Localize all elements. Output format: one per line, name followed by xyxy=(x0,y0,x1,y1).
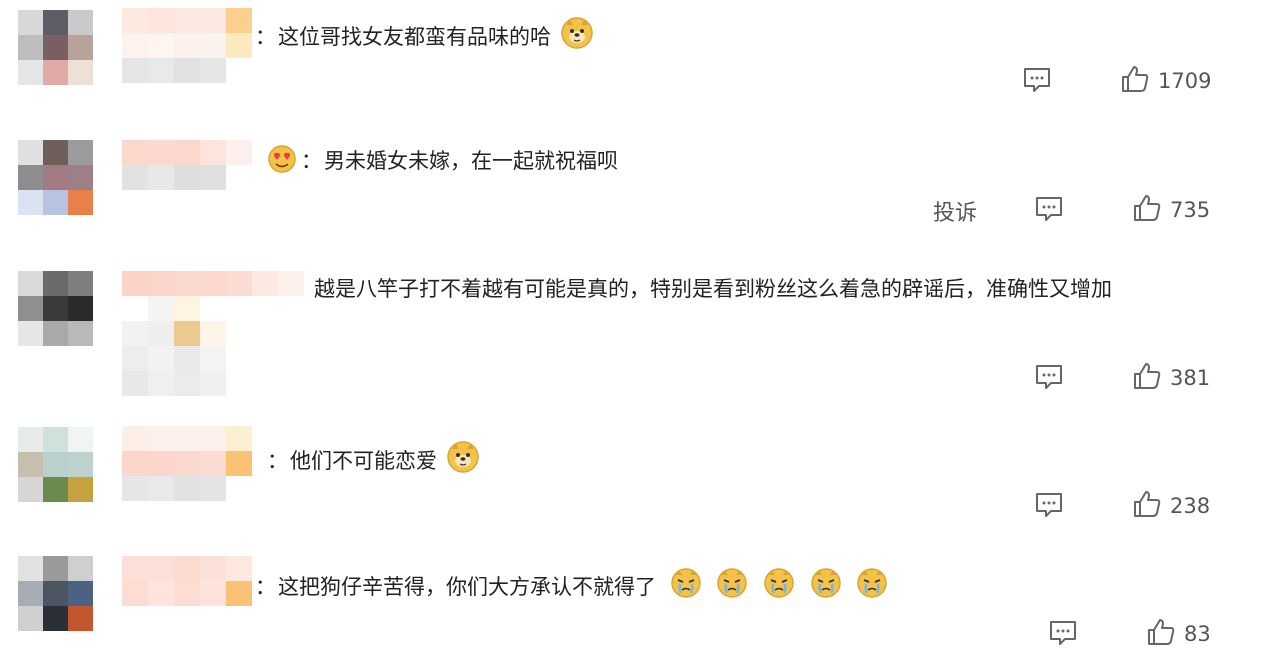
report-link[interactable]: 投诉 xyxy=(933,195,977,227)
comment-text: ：这把狗仔辛苦得，你们大方承认不就得了 xyxy=(255,566,889,608)
crying-emoji xyxy=(809,566,843,608)
like-count: 735 xyxy=(1170,198,1211,222)
avatar[interactable] xyxy=(18,10,93,85)
like-count: 381 xyxy=(1170,366,1211,390)
avatar[interactable] xyxy=(18,427,93,502)
heart-eyes-emoji xyxy=(267,144,297,182)
comment-list: ：这位哥找女友都蛮有品味的哈 1709 ：男未婚女未嫁，在一起就祝福呗 投诉 7… xyxy=(0,0,1264,666)
comment-text: 越是八竿子打不着越有可能是真的，特别是看到粉丝这么着急的辟谣后，准确性又增加 xyxy=(314,277,1112,301)
like-button[interactable]: 238 xyxy=(1132,489,1210,523)
doge-emoji xyxy=(446,440,480,482)
username-blurred[interactable] xyxy=(122,8,252,83)
like-button[interactable]: 83 xyxy=(1146,617,1211,651)
comment-text: ：这位哥找女友都蛮有品味的哈 xyxy=(255,16,594,58)
comment-text: ：他们不可能恋爱 xyxy=(267,440,480,482)
crying-emoji xyxy=(715,566,749,608)
like-count: 238 xyxy=(1170,494,1211,518)
avatar[interactable] xyxy=(18,556,93,631)
username-blurred[interactable] xyxy=(122,271,304,396)
thumbs-up-icon xyxy=(1132,193,1162,227)
avatar[interactable] xyxy=(18,140,93,215)
emoji-row xyxy=(663,568,890,599)
username-blurred[interactable] xyxy=(122,556,252,606)
crying-emoji xyxy=(669,566,703,608)
comment-icon xyxy=(1048,619,1078,651)
comment-icon xyxy=(1034,491,1064,523)
avatar[interactable] xyxy=(18,271,93,346)
reply-button[interactable] xyxy=(1034,491,1064,523)
comment-icon xyxy=(1034,363,1064,395)
crying-emoji xyxy=(855,566,889,608)
thumbs-up-icon xyxy=(1132,489,1162,523)
thumbs-up-icon xyxy=(1120,64,1150,98)
username-blurred[interactable] xyxy=(122,426,252,526)
thumbs-up-icon xyxy=(1132,361,1162,395)
username-blurred[interactable] xyxy=(122,140,252,190)
reply-button[interactable] xyxy=(1034,363,1064,395)
like-button[interactable]: 735 xyxy=(1132,193,1210,227)
doge-emoji xyxy=(560,16,594,58)
comment-text: ：男未婚女未嫁，在一起就祝福呗 xyxy=(267,144,618,182)
comment-icon xyxy=(1034,195,1064,227)
crying-emoji xyxy=(762,566,796,608)
comment-icon xyxy=(1022,66,1052,98)
thumbs-up-icon xyxy=(1146,617,1176,651)
reply-button[interactable] xyxy=(1022,66,1052,98)
reply-button[interactable] xyxy=(1034,195,1064,227)
like-count: 1709 xyxy=(1158,69,1212,93)
like-button[interactable]: 1709 xyxy=(1120,64,1211,98)
like-count: 83 xyxy=(1184,622,1211,646)
reply-button[interactable] xyxy=(1048,619,1078,651)
like-button[interactable]: 381 xyxy=(1132,361,1210,395)
